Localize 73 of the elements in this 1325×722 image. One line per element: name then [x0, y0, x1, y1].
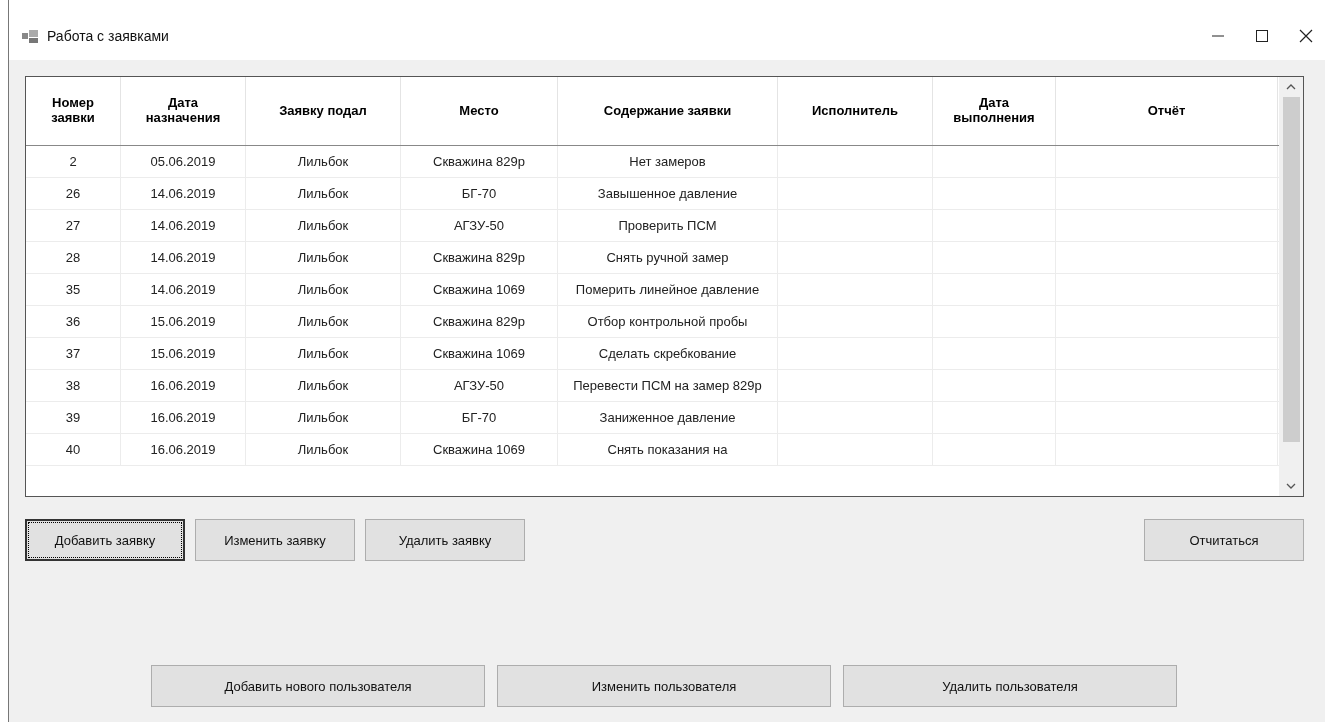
- table-cell: Скважина 829р: [433, 249, 525, 266]
- table-cell: Лильбок: [297, 313, 349, 330]
- app-icon: [21, 28, 39, 44]
- table-cell: Проверить ПСМ: [618, 217, 717, 234]
- table-cell: БГ-70: [461, 409, 497, 426]
- scroll-up-icon[interactable]: [1286, 83, 1296, 91]
- table-cell: Отбор контрольной пробы: [587, 313, 748, 330]
- table-cell: 37: [65, 345, 81, 362]
- table-cell: БГ-70: [461, 185, 497, 202]
- table-cell: АГЗУ-50: [453, 217, 505, 234]
- table-cell: Перевести ПСМ на замер 829р: [573, 377, 762, 394]
- table-cell: Лильбок: [297, 441, 349, 458]
- column-header[interactable]: Заявку подал: [279, 103, 367, 119]
- table-cell: 27: [65, 217, 81, 234]
- table-cell: Скважина 1069: [433, 345, 525, 362]
- table-cell: Снять показания на: [607, 441, 728, 458]
- table-cell: 14.06.2019: [150, 249, 216, 266]
- table-cell: Лильбок: [297, 217, 349, 234]
- table-cell: Лильбок: [297, 249, 349, 266]
- table-cell: 15.06.2019: [150, 313, 216, 330]
- table-cell: Снять ручной замер: [606, 249, 729, 266]
- report-button[interactable]: Отчитаться: [1144, 519, 1304, 561]
- table-cell: 40: [65, 441, 81, 458]
- table-cell: Скважина 829р: [433, 153, 525, 170]
- column-header[interactable]: Номер заявки: [34, 96, 112, 126]
- table-cell: Лильбок: [297, 377, 349, 394]
- column-header[interactable]: Содержание заявки: [603, 103, 732, 119]
- window-title: Работа с заявками: [47, 28, 169, 44]
- table-cell: 38: [65, 377, 81, 394]
- user-button[interactable]: Изменить пользователя: [497, 665, 831, 707]
- scrollbar[interactable]: [1279, 77, 1303, 496]
- table-cell: Лильбок: [297, 153, 349, 170]
- table-cell: Лильбок: [297, 185, 349, 202]
- table-cell: Лильбок: [297, 409, 349, 426]
- column-header[interactable]: Дата назначения: [129, 96, 237, 126]
- close-icon[interactable]: [1299, 29, 1313, 43]
- table-cell: Нет замеров: [629, 153, 706, 170]
- table-cell: Померить линейное давление: [575, 281, 760, 298]
- column-header[interactable]: Исполнитель: [812, 103, 898, 119]
- table-cell: Скважина 829р: [433, 313, 525, 330]
- table-cell: Заниженное давление: [599, 409, 736, 426]
- user-button[interactable]: Добавить нового пользователя: [151, 665, 485, 707]
- table-cell: АГЗУ-50: [453, 377, 505, 394]
- table-cell: Сделать скребкование: [598, 345, 737, 362]
- table-cell: 26: [65, 185, 81, 202]
- maximize-icon[interactable]: [1255, 29, 1269, 43]
- table-cell: 14.06.2019: [150, 217, 216, 234]
- table-cell: 15.06.2019: [150, 345, 216, 362]
- table-cell: 39: [65, 409, 81, 426]
- scroll-thumb[interactable]: [1282, 97, 1300, 442]
- column-header[interactable]: Дата выполнения: [941, 96, 1047, 126]
- table-cell: 36: [65, 313, 81, 330]
- table-cell: 14.06.2019: [150, 281, 216, 298]
- table-cell: 16.06.2019: [150, 377, 216, 394]
- table-cell: Лильбок: [297, 281, 349, 298]
- column-header[interactable]: Отчёт: [1147, 103, 1186, 119]
- table-cell: Лильбок: [297, 345, 349, 362]
- table-cell: 05.06.2019: [150, 153, 216, 170]
- table-cell: 14.06.2019: [150, 185, 216, 202]
- table-cell: 16.06.2019: [150, 441, 216, 458]
- table-cell: Скважина 1069: [433, 441, 525, 458]
- table-cell: 16.06.2019: [150, 409, 216, 426]
- request-button[interactable]: Изменить заявку: [195, 519, 355, 561]
- table-cell: 35: [65, 281, 81, 298]
- scroll-down-icon[interactable]: [1286, 482, 1296, 490]
- request-button[interactable]: Добавить заявку: [25, 519, 185, 561]
- table-cell: Скважина 1069: [433, 281, 525, 298]
- table-cell: 28: [65, 249, 81, 266]
- table-cell: Завышенное давление: [597, 185, 738, 202]
- user-button[interactable]: Удалить пользователя: [843, 665, 1177, 707]
- request-button[interactable]: Удалить заявку: [365, 519, 525, 561]
- column-header[interactable]: Место: [459, 103, 499, 119]
- table-cell: 2: [69, 153, 77, 170]
